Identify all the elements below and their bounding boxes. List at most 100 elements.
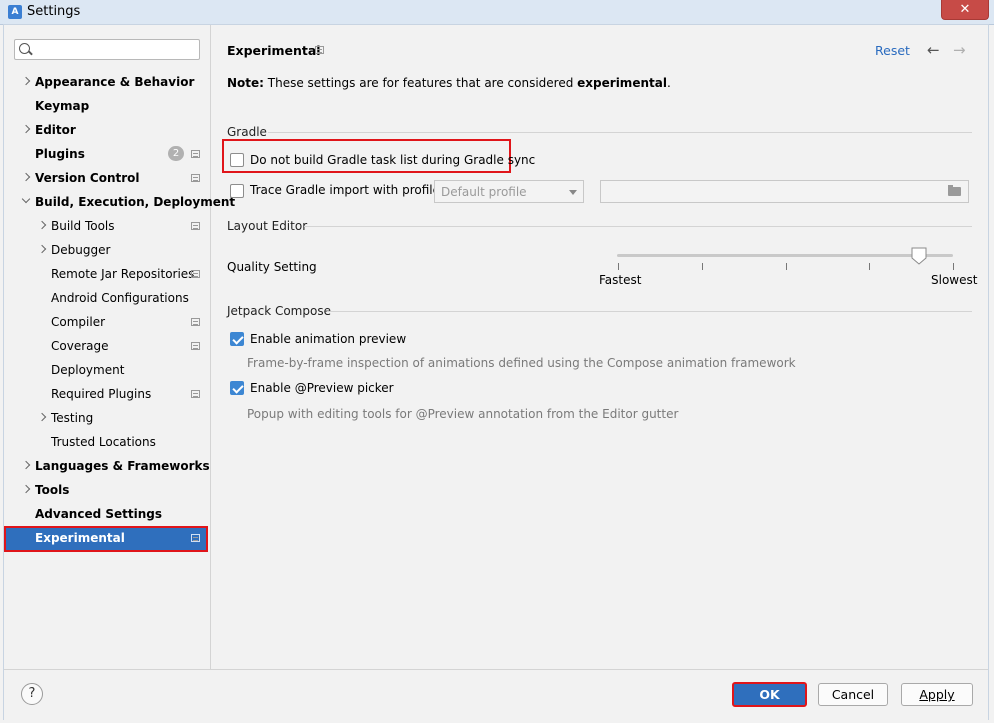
sidebar-item-compiler[interactable]: Compiler: [4, 311, 208, 333]
help-button[interactable]: ?: [21, 683, 43, 705]
settings-scope-icon: [191, 222, 200, 230]
sidebar-item-android-configurations[interactable]: Android Configurations: [4, 287, 208, 309]
layout-editor-section-divider: [304, 226, 972, 227]
chevron-right-icon[interactable]: [37, 412, 47, 422]
sidebar-item-label: Testing: [51, 411, 94, 425]
slider-tick: [869, 263, 870, 270]
preview-picker-description: Popup with editing tools for @Preview an…: [247, 407, 679, 421]
settings-scope-icon: [315, 46, 324, 54]
profile-path-field[interactable]: [600, 180, 969, 203]
quality-setting-label: Quality Setting: [227, 260, 317, 274]
quality-slider-thumb[interactable]: [911, 247, 927, 265]
sidebar-item-remote-jar-repositories[interactable]: Remote Jar Repositories: [4, 263, 208, 285]
sidebar-item-label: Languages & Frameworks: [35, 459, 210, 473]
settings-scope-icon: [191, 150, 200, 158]
sidebar-item-plugins[interactable]: Plugins 2: [4, 143, 208, 165]
sidebar-item-appearance-behavior[interactable]: Appearance & Behavior: [4, 71, 208, 93]
sidebar-item-trusted-locations[interactable]: Trusted Locations: [4, 431, 208, 453]
sidebar-item-build-execution-deployment[interactable]: Build, Execution, Deployment: [4, 191, 235, 213]
sidebar-item-label: Tools: [35, 483, 70, 497]
ok-button[interactable]: OK: [732, 682, 807, 707]
chevron-right-icon[interactable]: [21, 484, 31, 494]
search-input[interactable]: [14, 39, 200, 60]
plugins-update-badge: 2: [168, 146, 184, 161]
animation-preview-checkbox[interactable]: [230, 332, 244, 346]
note-emphasis: experimental: [577, 76, 667, 90]
preview-picker-checkbox[interactable]: [230, 381, 244, 395]
sidebar-item-advanced-settings[interactable]: Advanced Settings: [4, 503, 208, 525]
settings-scope-icon: [191, 390, 200, 398]
folder-icon[interactable]: [948, 185, 961, 196]
search-icon: [19, 43, 30, 54]
slider-tick: [618, 263, 619, 270]
forward-arrow-icon[interactable]: →: [953, 41, 966, 59]
gradle-section-divider: [268, 132, 972, 133]
sidebar-item-required-plugins[interactable]: Required Plugins: [4, 383, 208, 405]
apply-button-label: Apply: [919, 687, 955, 702]
page-title: Experimental: [227, 43, 321, 58]
sidebar-item-experimental[interactable]: Experimental: [4, 527, 208, 549]
quality-slider-track[interactable]: [617, 254, 953, 257]
window-title: Settings: [27, 4, 81, 19]
chevron-down-icon: [569, 190, 577, 195]
chevron-right-icon[interactable]: [37, 220, 47, 230]
sidebar-item-build-tools[interactable]: Build Tools: [4, 215, 208, 237]
settings-scope-icon: [191, 342, 200, 350]
sidebar-item-label: Compiler: [51, 315, 106, 329]
chevron-down-icon[interactable]: [21, 194, 31, 204]
trace-import-checkbox[interactable]: [230, 184, 244, 198]
sidebar-item-editor[interactable]: Editor: [4, 119, 208, 141]
sidebar-item-label: Trusted Locations: [51, 435, 156, 449]
preview-picker-label[interactable]: Enable @Preview picker: [250, 381, 394, 395]
profile-select[interactable]: Default profile: [434, 180, 584, 203]
slider-tick: [786, 263, 787, 270]
android-studio-icon: A: [8, 5, 22, 19]
reset-link[interactable]: Reset: [875, 43, 910, 58]
slider-min-label: Fastest: [599, 273, 642, 287]
sidebar-item-version-control[interactable]: Version Control: [4, 167, 208, 189]
chevron-right-icon[interactable]: [37, 244, 47, 254]
sidebar-item-label: Build, Execution, Deployment: [35, 195, 236, 209]
cancel-button[interactable]: Cancel: [818, 683, 888, 706]
title-bar: [0, 0, 994, 25]
layout-editor-section-title: Layout Editor: [227, 219, 308, 233]
settings-scope-icon: [191, 318, 200, 326]
sidebar-item-deployment[interactable]: Deployment: [4, 359, 208, 381]
sidebar-item-label: Version Control: [35, 171, 140, 185]
settings-scope-icon: [191, 534, 200, 542]
chevron-right-icon[interactable]: [21, 124, 31, 134]
sidebar-item-label: Experimental: [35, 531, 125, 545]
apply-button[interactable]: Apply: [901, 683, 973, 706]
note-body: These settings are for features that are…: [263, 76, 578, 90]
chevron-right-icon[interactable]: [21, 172, 31, 182]
animation-preview-description: Frame-by-frame inspection of animations …: [247, 356, 796, 370]
sidebar-item-label: Coverage: [51, 339, 109, 353]
no-task-list-checkbox[interactable]: [230, 153, 244, 167]
gradle-section-title: Gradle: [227, 125, 267, 139]
animation-preview-label[interactable]: Enable animation preview: [250, 332, 406, 346]
close-icon: ✕: [959, 2, 971, 17]
trace-import-label[interactable]: Trace Gradle import with profile:: [250, 183, 444, 197]
back-arrow-icon[interactable]: ←: [927, 41, 940, 59]
sidebar-item-tools[interactable]: Tools: [4, 479, 208, 501]
sidebar-item-debugger[interactable]: Debugger: [4, 239, 208, 261]
sidebar-item-testing[interactable]: Testing: [4, 407, 208, 429]
slider-tick: [953, 263, 954, 270]
sidebar-item-label: Plugins: [35, 147, 85, 161]
sidebar-item-label: Appearance & Behavior: [35, 75, 195, 89]
sidebar-item-coverage[interactable]: Coverage: [4, 335, 208, 357]
sidebar-item-languages-frameworks[interactable]: Languages & Frameworks: [4, 455, 210, 477]
close-button[interactable]: ✕: [941, 0, 989, 20]
sidebar-item-label: Advanced Settings: [35, 507, 163, 521]
settings-scope-icon: [191, 174, 200, 182]
chevron-right-icon[interactable]: [21, 76, 31, 86]
no-task-list-label[interactable]: Do not build Gradle task list during Gra…: [250, 153, 535, 167]
chevron-right-icon[interactable]: [21, 460, 31, 470]
sidebar-item-label: Required Plugins: [51, 387, 152, 401]
sidebar-item-label: Editor: [35, 123, 76, 137]
compose-section-title: Jetpack Compose: [227, 304, 331, 318]
settings-scope-icon: [191, 270, 200, 278]
sidebar-item-label: Remote Jar Repositories: [51, 267, 195, 281]
note-suffix: .: [666, 76, 671, 90]
sidebar-item-keymap[interactable]: Keymap: [4, 95, 208, 117]
